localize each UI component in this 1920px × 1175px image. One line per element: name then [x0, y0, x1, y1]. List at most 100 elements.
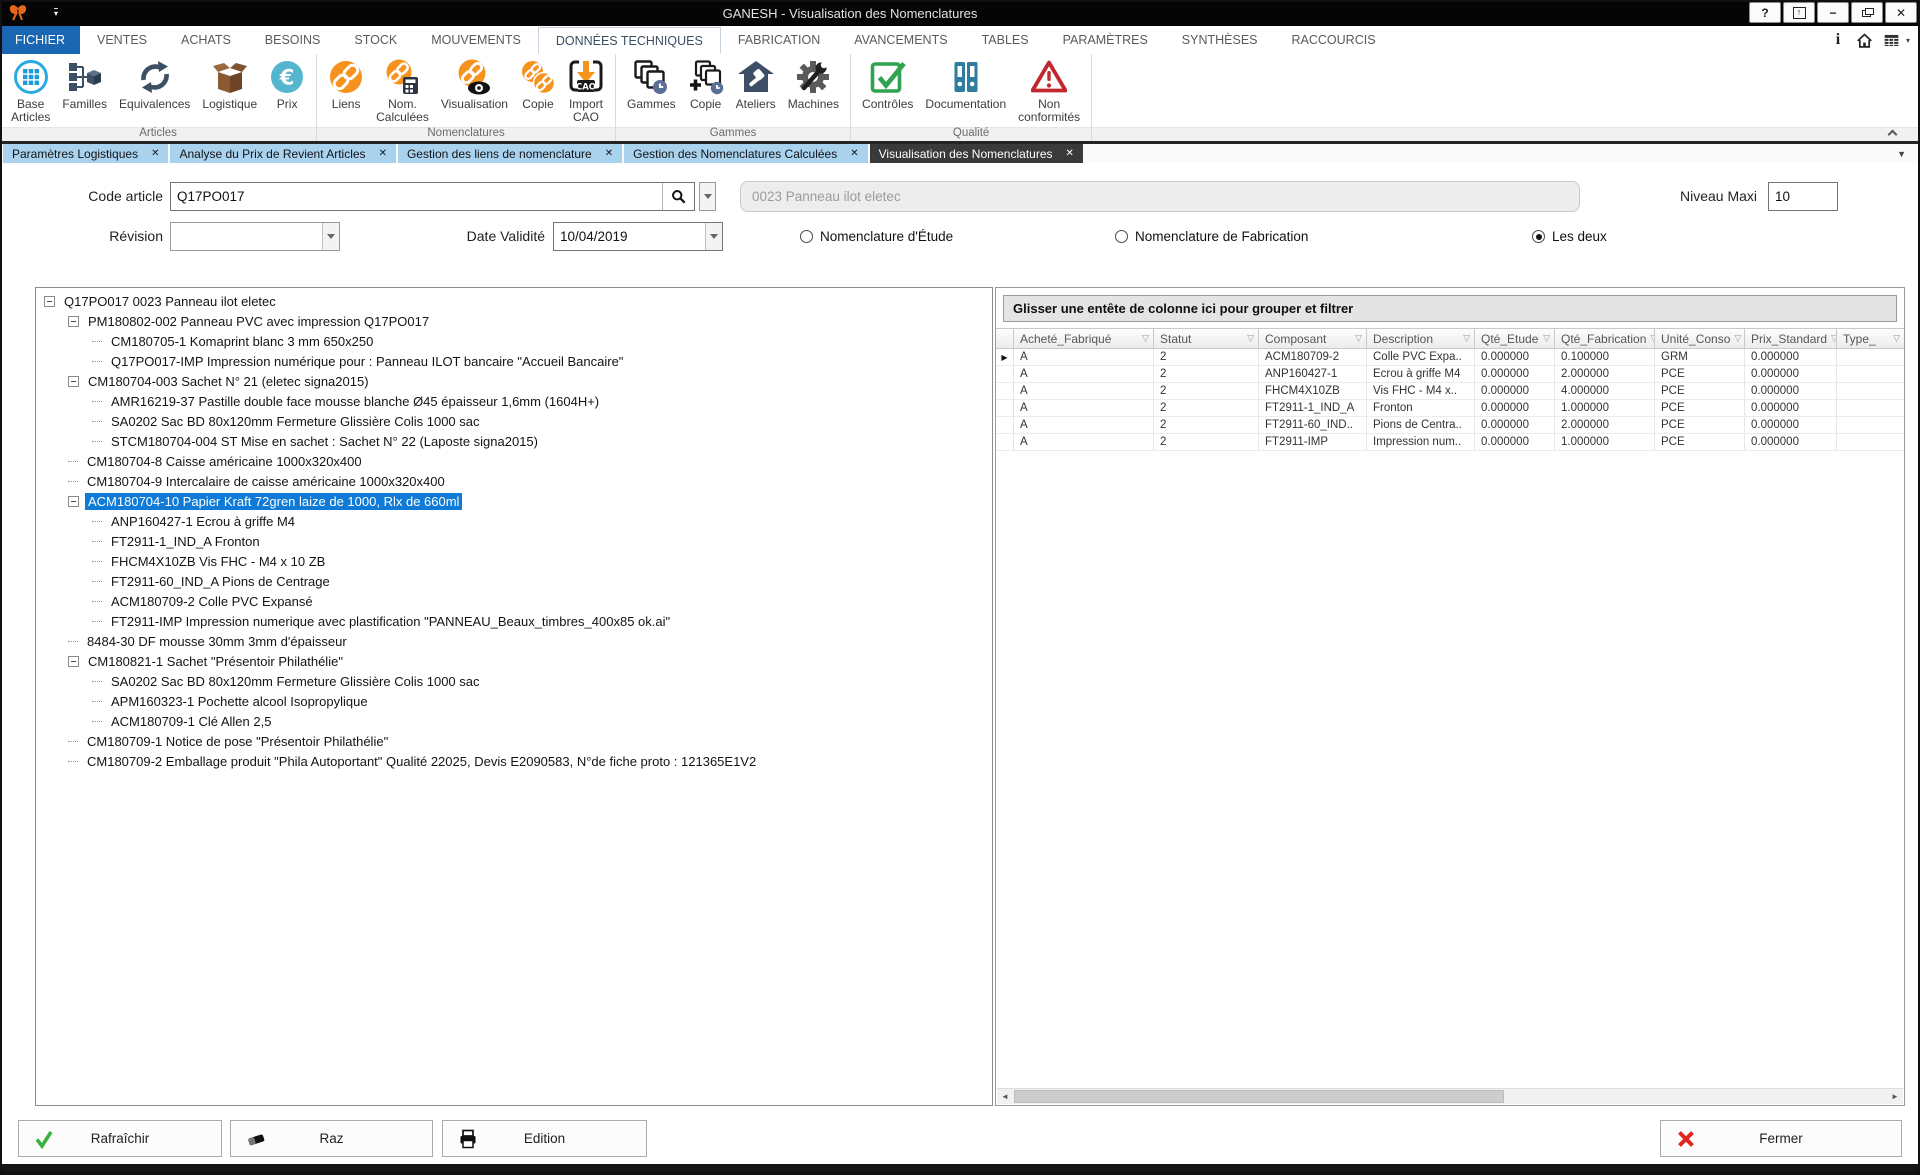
filter-icon[interactable]: ▽	[1351, 333, 1362, 344]
grid-column-header-qté-fabrication[interactable]: Qté_Fabrication▽	[1555, 329, 1655, 348]
revision-caret-button[interactable]	[322, 223, 339, 250]
tree-item[interactable]: ACM180709-2 Colle PVC Expansé	[36, 591, 992, 611]
ribbon-collapse-button[interactable]	[1886, 129, 1898, 139]
tree-item[interactable]: CM180709-2 Emballage produit "Phila Auto…	[36, 751, 992, 771]
tree-item[interactable]: SA0202 Sac BD 80x120mm Fermeture Glissiè…	[36, 671, 992, 691]
tab-close-icon[interactable]: ✕	[605, 148, 613, 159]
niveau-maxi-input[interactable]	[1769, 183, 1837, 210]
ribbon-button-visualisation[interactable]: Visualisation	[435, 56, 514, 112]
grid-column-header-prix-standard[interactable]: Prix_Standard▽	[1745, 329, 1837, 348]
home-icon[interactable]	[1856, 31, 1874, 49]
tab-visualisation-des-nomenclatures[interactable]: Visualisation des Nomenclatures✕	[870, 144, 1083, 163]
quick-access-caret-icon[interactable]: ▾	[54, 8, 58, 18]
refresh-button[interactable]: Rafraîchir	[18, 1120, 222, 1157]
ribbon-button-familles[interactable]: Familles	[56, 56, 113, 112]
tree-item[interactable]: CM180704-8 Caisse américaine 1000x320x40…	[36, 451, 992, 471]
tree-item[interactable]: AMR16219-37 Pastille double face mousse …	[36, 391, 992, 411]
filter-icon[interactable]: ▽	[1827, 333, 1837, 344]
tree-item[interactable]: CM180705-1 Komaprint blanc 3 mm 650x250	[36, 331, 992, 351]
tab-analyse-du-prix-de-revient-articles[interactable]: Analyse du Prix de Revient Articles✕	[170, 144, 395, 163]
tree-item[interactable]: CM180704-003 Sachet N° 21 (eletec signa2…	[36, 371, 992, 391]
menu-item-synthèses[interactable]: SYNTHÈSES	[1165, 26, 1275, 54]
code-article-input[interactable]	[171, 183, 662, 210]
grid-row[interactable]: A2FT2911-1_IND_AFronton0.0000001.000000P…	[996, 400, 1904, 417]
tree-item[interactable]: ANP160427-1 Ecrou à griffe M4	[36, 511, 992, 531]
scroll-thumb[interactable]	[1014, 1090, 1504, 1103]
raz-button[interactable]: Raz	[230, 1120, 433, 1157]
radio-nomenclature-d-étude[interactable]: Nomenclature d'Étude	[800, 222, 953, 251]
ribbon-button-documentation[interactable]: Documentation	[919, 56, 1012, 112]
menu-item-achats[interactable]: ACHATS	[164, 26, 248, 54]
tree-item[interactable]: CM180821-1 Sachet "Présentoir Philathéli…	[36, 651, 992, 671]
menu-item-données-techniques[interactable]: DONNÉES TECHNIQUES	[538, 27, 721, 54]
grid-column-header-acheté-fabriqué[interactable]: Acheté_Fabriqué▽	[1014, 329, 1154, 348]
ribbon-button-equivalences[interactable]: Equivalences	[113, 56, 196, 112]
tab-close-icon[interactable]: ✕	[850, 148, 858, 159]
tab-gestion-des-liens-de-nomenclature[interactable]: Gestion des liens de nomenclature✕	[398, 144, 622, 163]
date-caret-button[interactable]	[705, 223, 722, 250]
search-button[interactable]	[662, 183, 694, 210]
help-button[interactable]: ?	[1749, 2, 1781, 23]
grid-icon[interactable]	[1883, 31, 1901, 49]
revision-select[interactable]	[170, 222, 340, 251]
tree-item[interactable]: FT2911-1_IND_A Fronton	[36, 531, 992, 551]
grid-row[interactable]: ▶A2ACM180709-2Colle PVC Expa..0.0000000.…	[996, 349, 1904, 366]
grid-row[interactable]: A2ANP160427-1Ecrou à griffe M40.0000002.…	[996, 366, 1904, 383]
grid-column-header-type[interactable]: Type_▽	[1837, 329, 1904, 348]
date-validite-picker[interactable]: 10/04/2019	[553, 222, 723, 251]
grid-column-header-unité-conso[interactable]: Unité_Conso▽	[1655, 329, 1745, 348]
ribbon-button-machines[interactable]: Machines	[782, 56, 845, 112]
tab-close-icon[interactable]: ✕	[1066, 148, 1074, 159]
menu-item-avancements[interactable]: AVANCEMENTS	[837, 26, 964, 54]
menu-item-paramètres[interactable]: PARAMÈTRES	[1046, 26, 1165, 54]
info-icon[interactable]: i	[1829, 31, 1847, 49]
ribbon-button-logistique[interactable]: Logistique	[196, 56, 263, 112]
filter-icon[interactable]: ▽	[1889, 333, 1900, 344]
menu-item-fabrication[interactable]: FABRICATION	[721, 26, 837, 54]
tree-item[interactable]: STCM180704-004 ST Mise en sachet : Sache…	[36, 431, 992, 451]
collapse-icon[interactable]	[44, 296, 55, 307]
tree-item[interactable]: Q17PO017-IMP Impression numérique pour :…	[36, 351, 992, 371]
ribbon-button-liens[interactable]: Liens	[322, 56, 370, 112]
grid-caret-icon[interactable]: ▾	[1906, 36, 1910, 45]
scroll-right-button[interactable]: ►	[1887, 1089, 1903, 1104]
ribbon-button-non-conformités[interactable]: Non conformités	[1012, 56, 1086, 126]
close-button[interactable]: ✕	[1885, 2, 1917, 23]
horizontal-scrollbar[interactable]: ◄ ►	[997, 1088, 1903, 1104]
ribbon-button-nom-calculées[interactable]: Nom. Calculées	[370, 56, 435, 126]
minimize-button[interactable]: −	[1817, 2, 1849, 23]
tree-item[interactable]: CM180709-1 Notice de pose "Présentoir Ph…	[36, 731, 992, 751]
collapse-icon[interactable]	[68, 656, 79, 667]
scroll-left-button[interactable]: ◄	[997, 1089, 1013, 1104]
grid-row[interactable]: A2FHCM4X10ZBVis FHC - M4 x..0.0000004.00…	[996, 383, 1904, 400]
tab-paramètres-logistiques[interactable]: Paramètres Logistiques✕	[3, 144, 168, 163]
pin-button[interactable]: ↑	[1783, 2, 1815, 23]
tree-item[interactable]: FHCM4X10ZB Vis FHC - M4 x 10 ZB	[36, 551, 992, 571]
filter-icon[interactable]: ▽	[1138, 333, 1149, 344]
ribbon-button-copie[interactable]: Copie	[682, 56, 730, 112]
radio-nomenclature-de-fabrication[interactable]: Nomenclature de Fabrication	[1115, 222, 1308, 251]
groupby-dropzone[interactable]: Glisser une entête de colonne ici pour g…	[1003, 295, 1897, 322]
tree-item-selected[interactable]: ACM180704-10 Papier Kraft 72gren laize d…	[36, 491, 992, 511]
grid-column-header-statut[interactable]: Statut▽	[1154, 329, 1259, 348]
filter-icon[interactable]: ▽	[1539, 333, 1550, 344]
filter-icon[interactable]: ▽	[1243, 333, 1254, 344]
tree-item[interactable]: APM160323-1 Pochette alcool Isopropyliqu…	[36, 691, 992, 711]
ribbon-button-import-cao[interactable]: CAOImport CAO	[562, 56, 610, 126]
menu-item-stock[interactable]: STOCK	[337, 26, 414, 54]
tab-list-caret-icon[interactable]: ▼	[1897, 149, 1906, 159]
menu-item-raccourcis[interactable]: RACCOURCIS	[1275, 26, 1393, 54]
ribbon-button-contrôles[interactable]: Contrôles	[856, 56, 919, 112]
grid-column-header-qté-etude[interactable]: Qté_Etude▽	[1475, 329, 1555, 348]
tree-item[interactable]: CM180704-9 Intercalaire de caisse améric…	[36, 471, 992, 491]
grid-column-header-composant[interactable]: Composant▽	[1259, 329, 1367, 348]
menu-item-ventes[interactable]: VENTES	[80, 26, 164, 54]
edition-button[interactable]: Edition	[442, 1120, 647, 1157]
tree-item[interactable]: ACM180709-1 Clé Allen 2,5	[36, 711, 992, 731]
collapse-icon[interactable]	[68, 376, 79, 387]
ribbon-button-prix[interactable]: €Prix	[263, 56, 311, 112]
tab-close-icon[interactable]: ✕	[151, 148, 159, 159]
filter-icon[interactable]: ▽	[1730, 333, 1741, 344]
tab-gestion-des-nomenclatures-calculées[interactable]: Gestion des Nomenclatures Calculées✕	[624, 144, 868, 163]
grid-row[interactable]: A2FT2911-IMPImpression num..0.0000001.00…	[996, 434, 1904, 451]
